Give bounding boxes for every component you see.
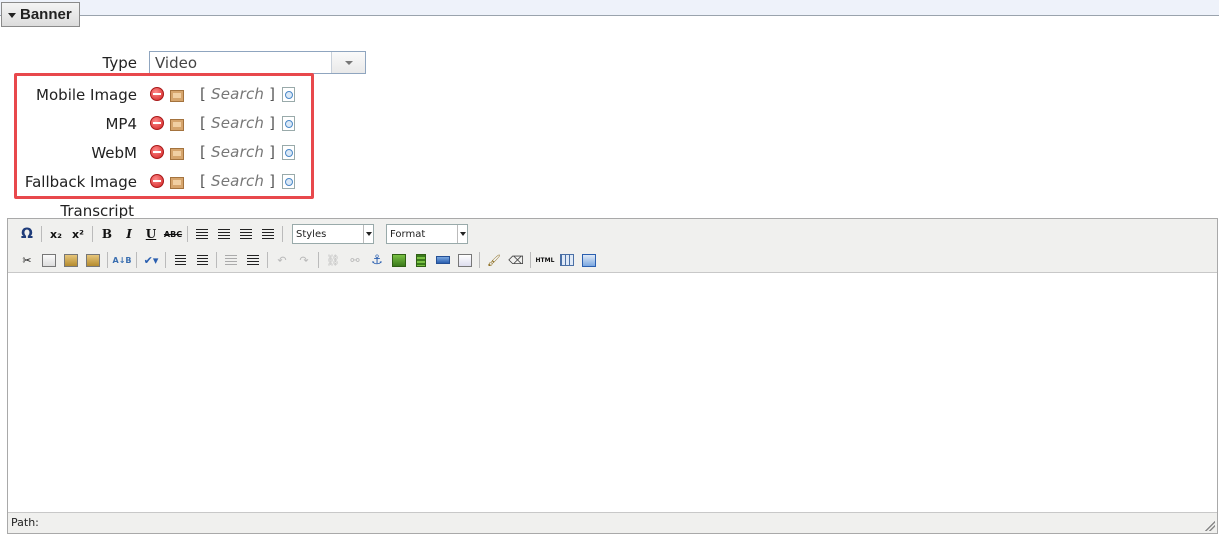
type-select-value: Video (155, 54, 198, 72)
toolbar-separator (267, 252, 268, 268)
image-icon[interactable] (170, 148, 184, 160)
bold-icon[interactable]: B (96, 224, 118, 244)
bullet-list-icon[interactable] (169, 250, 191, 270)
format-select[interactable]: Format (386, 224, 468, 244)
html-source-icon[interactable]: HTML (534, 250, 556, 270)
undo-icon[interactable]: ↶ (271, 250, 293, 270)
fallback-image-controls: [ Search ] (150, 172, 296, 190)
section-header-strip (0, 0, 1219, 16)
superscript-icon[interactable]: x² (67, 224, 89, 244)
webm-search-link[interactable]: [ Search ] (200, 143, 275, 161)
mp4-controls: [ Search ] (150, 114, 296, 132)
resize-handle-icon[interactable] (1205, 521, 1215, 531)
remove-icon[interactable] (150, 145, 164, 159)
banner-section-toggle[interactable]: Banner (1, 2, 80, 27)
mobile-image-controls: [ Search ] (150, 85, 296, 103)
strikethrough-icon[interactable]: ABC (162, 224, 184, 244)
browse-icon[interactable] (282, 144, 296, 160)
toolbar-separator (216, 252, 217, 268)
webm-controls: [ Search ] (150, 143, 296, 161)
link-icon[interactable]: ⛓ (322, 250, 344, 270)
toolbar-separator (187, 226, 188, 242)
remove-format-icon[interactable]: ⌫ (505, 250, 527, 270)
copy-icon[interactable] (38, 250, 60, 270)
italic-icon[interactable]: I (118, 224, 140, 244)
chevron-down-icon (457, 225, 467, 243)
toolbar-separator (136, 252, 137, 268)
editor-statusbar: Path: (8, 512, 1217, 533)
align-left-icon[interactable] (191, 224, 213, 244)
subscript-icon[interactable]: x₂ (45, 224, 67, 244)
mobile-image-label: Mobile Image (36, 86, 137, 104)
browse-icon[interactable] (282, 86, 296, 102)
align-right-icon[interactable] (235, 224, 257, 244)
cleanup-icon[interactable]: 🖌 (483, 250, 505, 270)
chevron-down-icon[interactable] (331, 52, 365, 73)
spellcheck-icon[interactable]: ✔▾ (140, 250, 162, 270)
fullscreen-icon[interactable] (578, 250, 600, 270)
fallback-image-search-link[interactable]: [ Search ] (200, 172, 275, 190)
special-char-icon[interactable]: Ω (16, 224, 38, 244)
indent-icon[interactable] (242, 250, 264, 270)
paste-text-icon[interactable] (82, 250, 104, 270)
mp4-label: MP4 (105, 115, 137, 133)
toolbar-separator (41, 226, 42, 242)
table-icon[interactable] (556, 250, 578, 270)
edit-icon[interactable] (454, 250, 476, 270)
image-icon[interactable] (170, 177, 184, 189)
toolbar-separator (92, 226, 93, 242)
toolbar-separator (530, 252, 531, 268)
section-title: Banner (20, 6, 72, 23)
toolbar-separator (318, 252, 319, 268)
align-center-icon[interactable] (213, 224, 235, 244)
toolbar-separator (282, 226, 283, 242)
remove-icon[interactable] (150, 116, 164, 130)
cut-icon[interactable]: ✂ (16, 250, 38, 270)
styles-select[interactable]: Styles (292, 224, 374, 244)
collapse-triangle-icon (8, 12, 16, 18)
mp4-search-link[interactable]: [ Search ] (200, 114, 275, 132)
horizontal-rule-icon[interactable] (432, 250, 454, 270)
unlink-icon[interactable]: ⚯ (344, 250, 366, 270)
align-justify-icon[interactable] (257, 224, 279, 244)
type-select[interactable]: Video (149, 51, 366, 74)
outdent-icon[interactable] (220, 250, 242, 270)
remove-icon[interactable] (150, 174, 164, 188)
fallback-image-label: Fallback Image (24, 173, 137, 191)
chevron-down-icon (363, 225, 373, 243)
image-icon[interactable] (170, 119, 184, 131)
underline-icon[interactable]: U (140, 224, 162, 244)
redo-icon[interactable]: ↷ (293, 250, 315, 270)
image-icon[interactable] (170, 90, 184, 102)
type-label: Type (102, 54, 137, 72)
path-label: Path: (11, 516, 39, 529)
anchor-icon[interactable]: ⚓ (366, 250, 388, 270)
editor-toolbar: Ω x₂ x² B I U ABC Styles Format ✂ A↓B ✔▾… (8, 219, 1217, 273)
transcript-editor: Ω x₂ x² B I U ABC Styles Format ✂ A↓B ✔▾… (7, 218, 1218, 534)
remove-icon[interactable] (150, 87, 164, 101)
find-replace-icon[interactable]: A↓B (111, 250, 133, 270)
browse-icon[interactable] (282, 173, 296, 189)
toolbar-separator (107, 252, 108, 268)
numbered-list-icon[interactable] (191, 250, 213, 270)
webm-label: WebM (91, 144, 137, 162)
editor-content-area[interactable] (8, 273, 1217, 513)
mobile-image-search-link[interactable]: [ Search ] (200, 85, 275, 103)
toolbar-separator (165, 252, 166, 268)
browse-icon[interactable] (282, 115, 296, 131)
insert-image-icon[interactable] (388, 250, 410, 270)
paste-icon[interactable] (60, 250, 82, 270)
insert-media-icon[interactable] (410, 250, 432, 270)
toolbar-separator (479, 252, 480, 268)
